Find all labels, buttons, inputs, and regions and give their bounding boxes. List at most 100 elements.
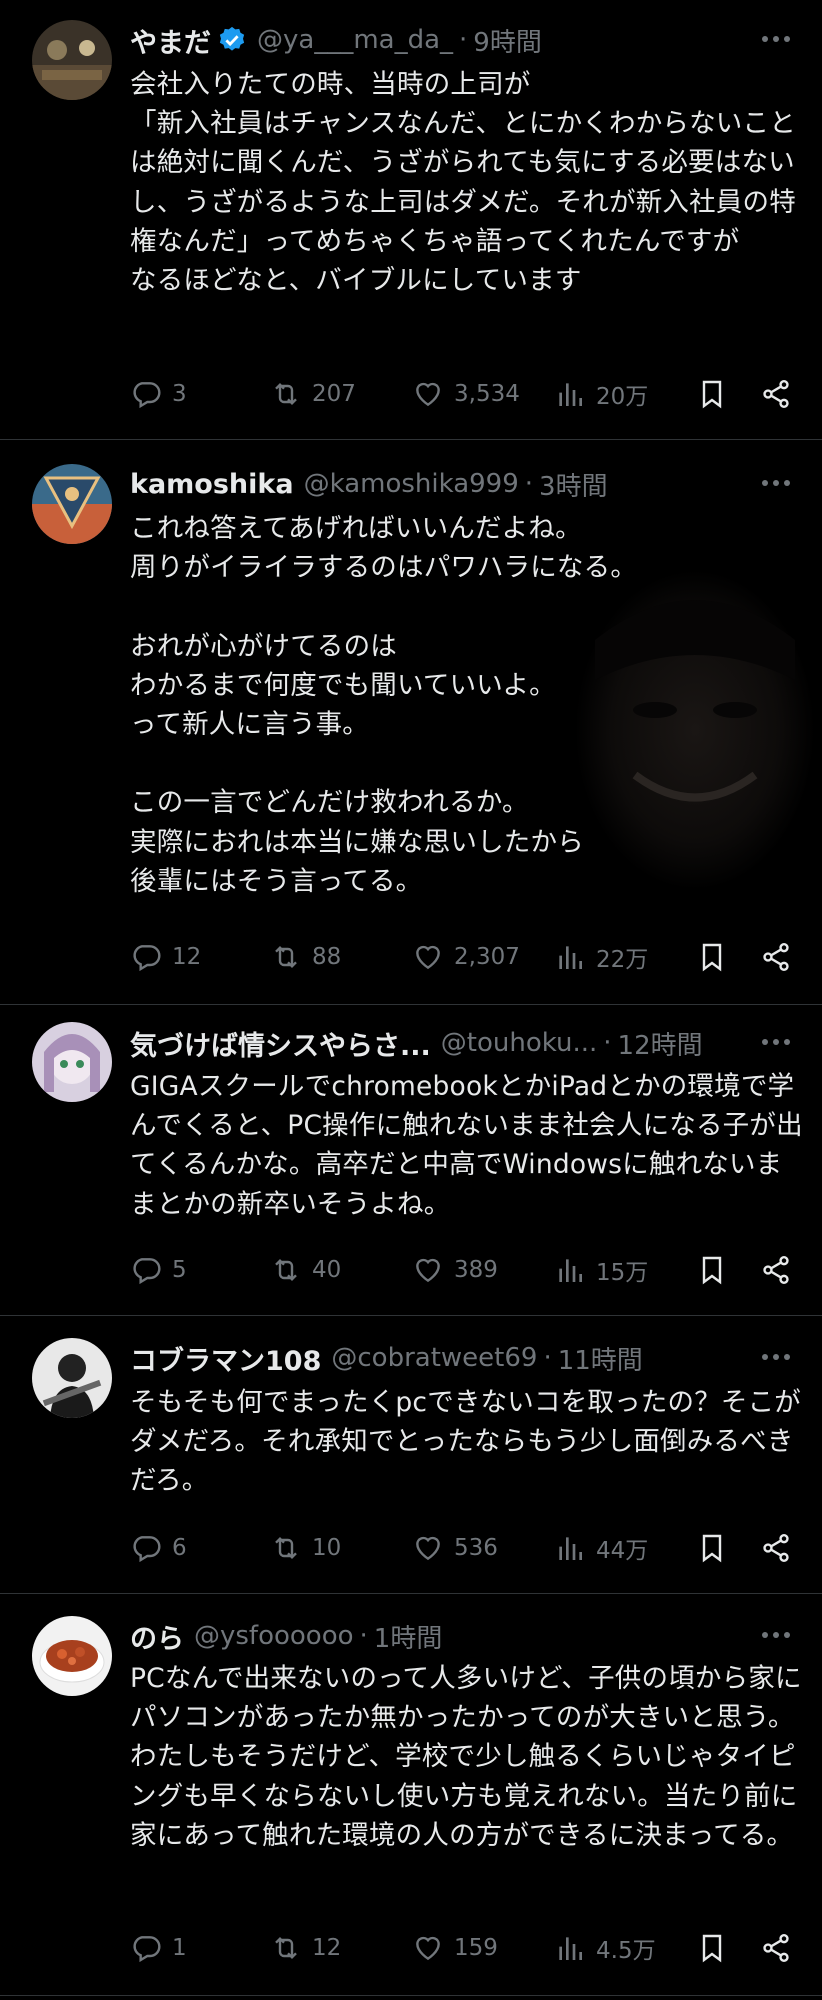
retweet-icon bbox=[275, 1536, 297, 1560]
tweet-actions: 3 207 3,534 20万 bbox=[130, 374, 802, 414]
display-name[interactable]: kamoshika bbox=[130, 469, 294, 500]
like-button[interactable]: 389 bbox=[412, 1250, 498, 1290]
avatar[interactable] bbox=[32, 1338, 112, 1418]
view-count: 15万 bbox=[596, 1260, 649, 1286]
more-icon[interactable] bbox=[758, 1342, 794, 1372]
reply-button[interactable]: 3 bbox=[130, 374, 187, 414]
tweet[interactable]: のら @ysfoooooo · 1時間 PCなんで出来ないのって人多いけど、子供… bbox=[0, 1594, 822, 1996]
bookmark-icon bbox=[702, 1256, 722, 1285]
bookmark-button[interactable] bbox=[696, 1928, 728, 1968]
retweet-icon bbox=[275, 945, 297, 969]
avatar[interactable] bbox=[32, 464, 112, 544]
retweet-count: 10 bbox=[312, 1535, 342, 1561]
display-name[interactable]: やまだ bbox=[130, 21, 211, 60]
bookmark-button[interactable] bbox=[696, 937, 728, 977]
heart-icon bbox=[416, 1536, 440, 1561]
timestamp[interactable]: 1時間 bbox=[374, 1618, 443, 1655]
timestamp[interactable]: 9時間 bbox=[473, 22, 542, 59]
reply-button[interactable]: 12 bbox=[130, 937, 201, 977]
display-name[interactable]: 気づけば情シスやらさ... bbox=[130, 1024, 431, 1063]
like-button[interactable]: 3,534 bbox=[412, 374, 520, 414]
reply-count: 6 bbox=[172, 1535, 187, 1561]
reply-icon bbox=[133, 1936, 161, 1963]
view-count: 4.5万 bbox=[596, 1938, 656, 1964]
user-handle[interactable]: @kamoshika999 bbox=[304, 469, 519, 499]
share-button[interactable] bbox=[760, 1928, 792, 1968]
views-icon bbox=[559, 1537, 582, 1560]
views-icon bbox=[559, 1259, 582, 1282]
share-icon bbox=[763, 1534, 789, 1562]
share-button[interactable] bbox=[760, 1250, 792, 1290]
timestamp[interactable]: 3時間 bbox=[539, 466, 608, 503]
bookmark-icon bbox=[702, 1934, 722, 1963]
avatar[interactable] bbox=[32, 1616, 112, 1696]
display-name[interactable]: のら bbox=[130, 1617, 184, 1656]
reply-button[interactable]: 6 bbox=[130, 1528, 187, 1568]
retweet-count: 88 bbox=[312, 944, 342, 970]
bookmark-icon bbox=[702, 943, 722, 972]
tweet-text: これね答えてあげればいいんだよね。 周りがイライラするのはパワハラになる。 おれ… bbox=[130, 513, 638, 897]
tweet-header: のら @ysfoooooo · 1時間 bbox=[130, 1614, 802, 1658]
like-button[interactable]: 2,307 bbox=[412, 937, 520, 977]
user-handle[interactable]: @ya___ma_da_ bbox=[257, 25, 453, 55]
separator: · bbox=[543, 1343, 552, 1373]
tweet[interactable]: 気づけば情シスやらさ... @touhoku... · 12時間 GIGAスクー… bbox=[0, 1005, 822, 1316]
tweet-header: やまだ @ya___ma_da_ · 9時間 bbox=[130, 18, 802, 62]
share-icon bbox=[763, 943, 789, 971]
tweet[interactable]: コブラマン108 @cobratweet69 · 11時間 そもそも何でまったく… bbox=[0, 1316, 822, 1594]
retweet-button[interactable]: 88 bbox=[270, 937, 341, 977]
retweet-button[interactable]: 12 bbox=[270, 1928, 341, 1968]
user-handle[interactable]: @ysfoooooo bbox=[194, 1621, 354, 1651]
tweet-text: 会社入りたての時、当時の上司が 「新入社員はチャンスなんだ、とにかくわからないこ… bbox=[130, 69, 796, 297]
reply-button[interactable]: 1 bbox=[130, 1928, 187, 1968]
avatar[interactable] bbox=[32, 20, 112, 100]
more-icon[interactable] bbox=[758, 1027, 794, 1057]
display-name[interactable]: コブラマン108 bbox=[130, 1339, 321, 1378]
bookmark-button[interactable] bbox=[696, 1528, 728, 1568]
like-count: 2,307 bbox=[454, 944, 520, 970]
bookmark-icon bbox=[702, 1534, 722, 1563]
user-handle[interactable]: @touhoku... bbox=[441, 1028, 598, 1058]
user-handle[interactable]: @cobratweet69 bbox=[331, 1343, 537, 1373]
reply-icon bbox=[133, 1258, 161, 1285]
views-button[interactable]: 22万 bbox=[554, 937, 648, 977]
retweet-button[interactable]: 207 bbox=[270, 374, 356, 414]
bookmark-button[interactable] bbox=[696, 374, 728, 414]
views-button[interactable]: 4.5万 bbox=[554, 1928, 656, 1968]
retweet-count: 40 bbox=[312, 1257, 342, 1283]
like-button[interactable]: 536 bbox=[412, 1528, 498, 1568]
timestamp[interactable]: 12時間 bbox=[618, 1025, 703, 1062]
tweet[interactable]: やまだ @ya___ma_da_ · 9時間 会社入りたての時、当時の上司が 「… bbox=[0, 0, 822, 440]
retweet-button[interactable]: 10 bbox=[270, 1528, 341, 1568]
bookmark-button[interactable] bbox=[696, 1250, 728, 1290]
retweet-icon bbox=[275, 1258, 297, 1282]
reply-icon bbox=[133, 945, 161, 972]
retweet-icon bbox=[275, 1936, 297, 1960]
like-button[interactable]: 159 bbox=[412, 1928, 498, 1968]
tweet-text: GIGAスクールでchromebookとかiPadとかの環境で学んでくると、PC… bbox=[130, 1071, 803, 1220]
retweet-button[interactable]: 40 bbox=[270, 1250, 341, 1290]
views-icon bbox=[559, 383, 582, 406]
separator: · bbox=[359, 1621, 368, 1651]
share-button[interactable] bbox=[760, 937, 792, 977]
like-count: 3,534 bbox=[454, 381, 520, 407]
views-button[interactable]: 20万 bbox=[554, 374, 648, 414]
views-button[interactable]: 15万 bbox=[554, 1250, 648, 1290]
reply-count: 1 bbox=[172, 1935, 187, 1961]
reply-button[interactable]: 5 bbox=[130, 1250, 187, 1290]
heart-icon bbox=[416, 382, 440, 407]
avatar[interactable] bbox=[32, 1022, 112, 1102]
share-button[interactable] bbox=[760, 374, 792, 414]
verified-badge-icon bbox=[219, 26, 245, 51]
tweet-header: kamoshika @kamoshika999 · 3時間 bbox=[130, 462, 802, 506]
more-icon[interactable] bbox=[758, 468, 794, 498]
timestamp[interactable]: 11時間 bbox=[558, 1340, 643, 1377]
tweet-header: 気づけば情シスやらさ... @touhoku... · 12時間 bbox=[130, 1021, 802, 1065]
more-icon[interactable] bbox=[758, 24, 794, 54]
views-button[interactable]: 44万 bbox=[554, 1528, 648, 1568]
tweet[interactable]: kamoshika @kamoshika999 · 3時間 これね答えてあげれば… bbox=[0, 440, 822, 1005]
share-button[interactable] bbox=[760, 1528, 792, 1568]
more-icon[interactable] bbox=[758, 1620, 794, 1650]
separator: · bbox=[459, 25, 468, 55]
tweet-actions: 5 40 389 15万 bbox=[130, 1250, 802, 1290]
